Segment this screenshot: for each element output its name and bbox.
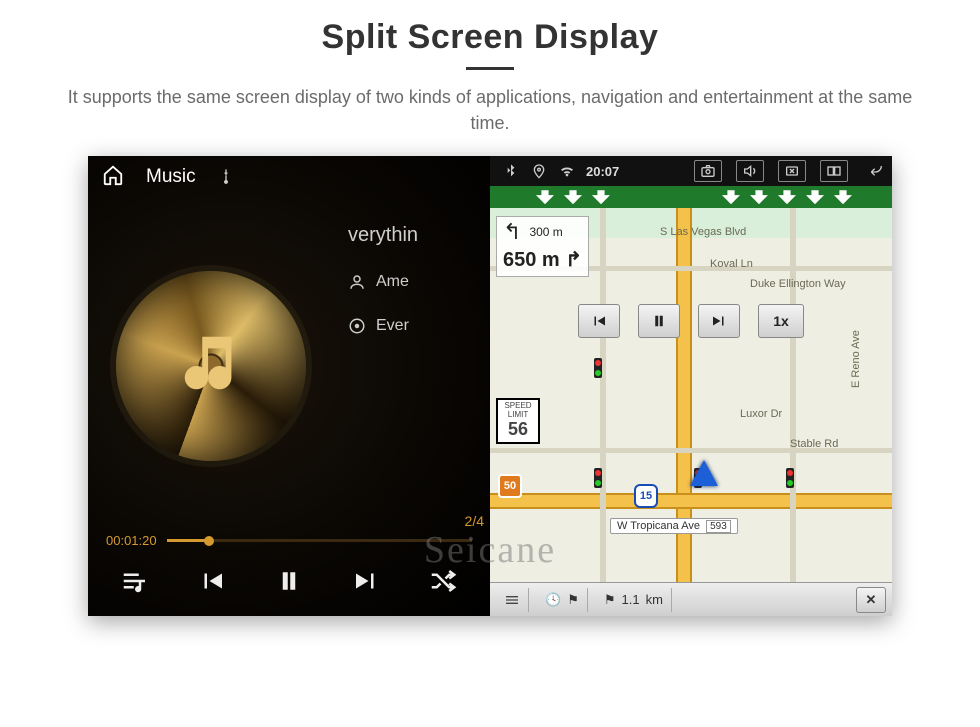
lane-arrow-icon [564, 190, 582, 204]
artist-row: Ame [348, 273, 498, 291]
usb-icon[interactable] [218, 168, 234, 187]
street-label: E Reno Ave [850, 330, 862, 388]
wifi-icon [558, 162, 576, 180]
nav-footer: 🕓 ⚑ ⚑ 1.1 km ✕ [490, 582, 892, 616]
route-badge: 50 [498, 474, 522, 498]
turn-big-distance: 650 m [503, 249, 560, 271]
next-button[interactable] [344, 559, 388, 603]
traffic-light-icon [786, 468, 794, 488]
volume-button[interactable] [736, 160, 764, 182]
eta-chip[interactable]: 🕓 ⚑ [537, 588, 588, 612]
sim-pause-button[interactable] [638, 304, 680, 338]
street-label: Duke Ellington Way [750, 278, 846, 290]
close-app-button[interactable] [778, 160, 806, 182]
road-minor [600, 208, 606, 582]
turn-right-icon: ↱ [565, 249, 582, 271]
road-minor [790, 208, 796, 582]
simulation-controls: 1x [578, 304, 804, 338]
page-subtitle: It supports the same screen display of t… [50, 84, 930, 136]
music-panel: Music verythin Ame Ever [88, 156, 490, 616]
album-row: Ever [348, 317, 498, 335]
artist-name: Ame [376, 273, 409, 291]
music-body: verythin Ame Ever 2/4 [88, 198, 490, 533]
remaining-distance-unit: km [646, 592, 663, 607]
album-art-disc[interactable] [116, 271, 306, 461]
progress-fill [167, 539, 210, 542]
clock-icon: 🕓 [545, 592, 561, 608]
back-button[interactable] [868, 162, 884, 181]
street-label: Koval Ln [710, 258, 753, 270]
sim-prev-button[interactable] [578, 304, 620, 338]
track-metadata: verythin Ame Ever [348, 224, 498, 361]
flag-icon: ⚑ [567, 592, 579, 608]
music-topbar: Music [88, 156, 490, 198]
sim-speed-button[interactable]: 1x [758, 304, 804, 338]
lane-arrow-icon [778, 190, 796, 204]
traffic-light-icon [594, 468, 602, 488]
disc-icon [348, 317, 366, 335]
track-counter: 2/4 [465, 513, 484, 529]
turn-small-distance: 300 m [529, 225, 562, 239]
lane-arrow-icon [834, 190, 852, 204]
speed-limit-value: 56 [498, 420, 538, 440]
elapsed-time: 00:01:20 [106, 533, 157, 548]
speed-limit-sign: SPEED LIMIT 56 [496, 398, 540, 443]
street-label: Stable Rd [790, 438, 838, 450]
current-road-label: W Tropicana Ave 593 [610, 518, 738, 534]
vehicle-marker-icon [690, 460, 718, 486]
progress-bar[interactable] [167, 539, 472, 542]
turn-instruction-card: ↰ 300 m 650 m ↱ [496, 216, 589, 277]
music-controls [88, 552, 490, 616]
remaining-distance-value: 1.1 [622, 592, 640, 607]
progress-row: 00:01:20 [88, 533, 490, 552]
android-status-bar: 20:07 [490, 156, 892, 186]
lane-guidance-strip [490, 186, 892, 208]
current-road-name: W Tropicana Ave [617, 520, 700, 532]
album-name: Ever [376, 317, 409, 335]
playlist-button[interactable] [113, 559, 157, 603]
home-icon[interactable] [102, 164, 124, 191]
lane-arrow-icon [592, 190, 610, 204]
lane-arrow-icon [750, 190, 768, 204]
track-title: verythin [348, 224, 498, 247]
bluetooth-icon [502, 162, 520, 180]
split-screen-button[interactable] [820, 160, 848, 182]
lane-arrow-icon [722, 190, 740, 204]
nav-close-button[interactable]: ✕ [856, 587, 886, 613]
person-icon [348, 273, 366, 291]
title-underline [466, 67, 514, 70]
location-icon [530, 162, 548, 180]
remaining-distance-chip[interactable]: ⚑ 1.1 km [596, 588, 672, 612]
interstate-shield-icon: 15 [634, 484, 658, 508]
progress-thumb[interactable] [204, 536, 214, 546]
lane-arrow-icon [536, 190, 554, 204]
road [490, 493, 892, 509]
menu-button[interactable] [496, 588, 529, 612]
traffic-light-icon [594, 358, 602, 378]
prev-button[interactable] [190, 559, 234, 603]
shuffle-button[interactable] [421, 559, 465, 603]
head-unit-screen: Music verythin Ame Ever [88, 156, 892, 616]
route-number-badge: 593 [706, 520, 731, 533]
street-label: S Las Vegas Blvd [660, 226, 746, 238]
status-time: 20:07 [586, 164, 619, 179]
flag-icon: ⚑ [604, 592, 616, 608]
music-title-label: Music [146, 166, 196, 188]
screenshot-button[interactable] [694, 160, 722, 182]
street-label: Luxor Dr [740, 408, 782, 420]
map-canvas[interactable]: S Las Vegas Blvd Koval Ln Duke Ellington… [490, 208, 892, 582]
pause-button[interactable] [267, 559, 311, 603]
navigation-panel: 20:07 [490, 156, 892, 616]
sim-next-button[interactable] [698, 304, 740, 338]
lane-arrow-icon [806, 190, 824, 204]
page-title: Split Screen Display [0, 18, 980, 57]
music-note-icon [176, 328, 246, 403]
turn-left-icon: ↰ [503, 221, 521, 243]
